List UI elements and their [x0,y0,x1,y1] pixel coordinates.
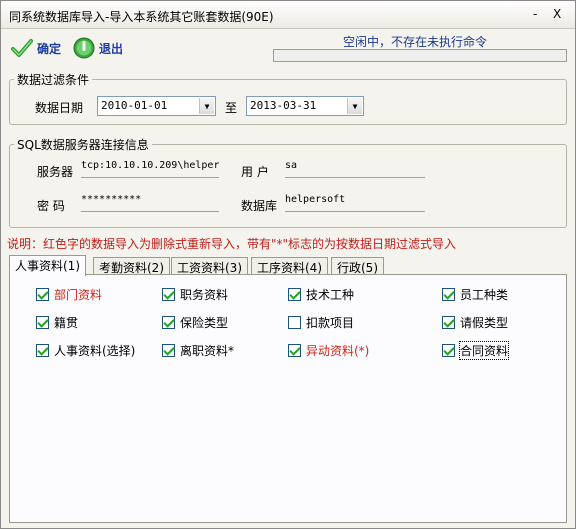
checkbox-position[interactable]: 职务资料 [162,285,228,303]
tab-salary[interactable]: 工资资料(3) [171,257,248,275]
confirm-label: 确定 [37,41,62,56]
checkbox-box[interactable] [162,343,175,357]
database-input[interactable]: helpersoft [285,192,425,212]
server-label: 服务器 [37,165,74,179]
checkbox-skill-type[interactable]: 技术工种 [288,285,354,303]
checkbox-transfer[interactable]: 异动资料(*) [288,341,369,359]
checkbox-label: 异动资料(*) [306,343,370,358]
user-input[interactable]: sa [285,158,425,178]
start-date-value: 2010-01-01 [101,99,168,112]
sql-server-legend: SQL数据服务器连接信息 [17,138,149,152]
database-label: 数据库 [241,199,278,213]
tab-panel-personnel: 部门资料 职务资料 技术工种 员工种类 籍贯 保险类型 扣款项目 请假类型 人事… [9,274,567,523]
checkbox-box[interactable] [36,343,49,357]
green-check-icon [11,39,33,57]
password-input[interactable]: ********** [81,192,219,212]
checkbox-label: 职务资料 [180,287,229,302]
toolbar: 确定 退出 空闲中，不存在未执行命令 [1,30,575,65]
date-filter-legend: 数据过滤条件 [17,73,90,87]
title-bar: 同系统数据库导入-导入本系统其它账套数据(90E) - X [1,1,575,29]
checkbox-label: 保险类型 [180,315,229,330]
status-message: 空闲中，不存在未执行命令 [343,35,488,49]
to-label: 至 [225,101,238,115]
end-date-value: 2013-03-31 [250,99,317,112]
tab-personnel[interactable]: 人事资料(1) [9,255,86,276]
app-window: 同系统数据库导入-导入本系统其它账套数据(90E) - X 确定 退出 空闲中，… [0,0,576,529]
sql-server-group: SQL数据服务器连接信息 [9,136,567,228]
checkbox-box[interactable] [288,287,301,301]
checkbox-department[interactable]: 部门资料 [36,285,102,303]
date-label: 数据日期 [35,101,84,115]
checkbox-box[interactable] [162,287,175,301]
checkbox-label: 人事资料(选择) [54,343,136,358]
end-date-select[interactable]: 2013-03-31 ▼ [246,96,364,116]
close-button[interactable]: X [553,7,561,21]
checkbox-label: 离职资料* [180,343,235,358]
checkbox-box[interactable] [36,287,49,301]
checkbox-label: 籍贯 [54,315,79,330]
checkbox-resignation[interactable]: 离职资料* [162,341,234,359]
exit-label: 退出 [99,41,124,56]
checkbox-label: 请假类型 [460,315,509,330]
server-input[interactable]: tcp:10.10.10.209\helper [81,158,219,178]
checkbox-box[interactable] [442,315,455,329]
user-label: 用 户 [241,165,269,179]
checkbox-insurance-type[interactable]: 保险类型 [162,313,228,331]
checkbox-label: 部门资料 [54,287,103,302]
confirm-button[interactable]: 确定 [11,36,61,60]
checkbox-box[interactable] [162,315,175,329]
window-title: 同系统数据库导入-导入本系统其它账套数据(90E) [9,10,274,24]
checkbox-employee-type[interactable]: 员工种类 [442,285,508,303]
checkbox-label: 合同资料 [458,340,510,360]
checkbox-box[interactable] [36,315,49,329]
start-date-select[interactable]: 2010-01-01 ▼ [97,96,216,116]
tab-process[interactable]: 工序资料(4) [251,257,328,275]
checkbox-box[interactable] [288,343,301,357]
minimize-button[interactable]: - [533,7,537,21]
progress-bar [273,49,567,62]
checkbox-box[interactable] [442,287,455,301]
password-label: 密 码 [37,199,65,213]
tab-administration[interactable]: 行政(5) [331,257,384,275]
checkbox-label: 扣款项目 [306,315,355,330]
chevron-down-icon[interactable]: ▼ [199,98,214,114]
checkbox-box[interactable] [442,343,455,357]
checkbox-box[interactable] [288,315,301,329]
tab-attendance[interactable]: 考勤资料(2) [93,257,170,275]
green-power-icon [73,37,95,59]
import-note: 说明：红色字的数据导入为删除式重新导入，带有"*"标志的为按数据日期过滤式导入 [7,237,457,251]
checkbox-leave-type[interactable]: 请假类型 [442,313,508,331]
exit-button[interactable]: 退出 [73,36,123,60]
checkbox-personnel-select[interactable]: 人事资料(选择) [36,341,135,359]
checkbox-native-place[interactable]: 籍贯 [36,313,78,331]
checkbox-label: 员工种类 [460,287,509,302]
checkbox-contract[interactable]: 合同资料 [442,340,510,360]
checkbox-label: 技术工种 [306,287,355,302]
checkbox-deduction-item[interactable]: 扣款项目 [288,313,354,331]
chevron-down-icon[interactable]: ▼ [347,98,362,114]
